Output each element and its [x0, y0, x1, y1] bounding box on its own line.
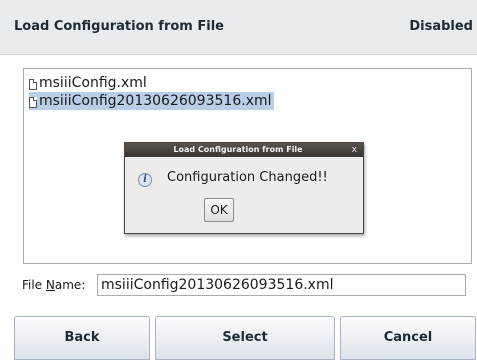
status-label: Disabled [409, 19, 473, 34]
close-icon[interactable]: x [352, 143, 357, 157]
info-icon: i [138, 173, 152, 187]
dialog-title: Load Configuration from File [173, 145, 303, 154]
dialog-titlebar[interactable]: Load Configuration from File x [125, 143, 363, 157]
file-list-item[interactable]: msiiiConfig.xml [29, 74, 150, 92]
ok-button[interactable]: OK [204, 198, 234, 222]
file-name-input[interactable]: msiiiConfig20130626093516.xml [97, 274, 466, 296]
message-dialog: Load Configuration from File x i Configu… [124, 142, 364, 234]
file-item-name: msiiiConfig.xml [39, 75, 147, 91]
page-title: Load Configuration from File [14, 19, 224, 34]
back-button[interactable]: Back [14, 316, 150, 360]
page-header: Load Configuration from File Disabled [0, 0, 477, 55]
select-button[interactable]: Select [155, 316, 335, 360]
document-icon [29, 78, 37, 90]
file-name-label: File Name: [22, 278, 86, 292]
file-item-name: msiiiConfig20130626093516.xml [39, 93, 272, 109]
document-icon [29, 96, 37, 108]
cancel-button[interactable]: Cancel [340, 316, 476, 360]
file-list-item-selected[interactable]: msiiiConfig20130626093516.xml [29, 92, 275, 110]
dialog-message: Configuration Changed!! [167, 170, 328, 185]
